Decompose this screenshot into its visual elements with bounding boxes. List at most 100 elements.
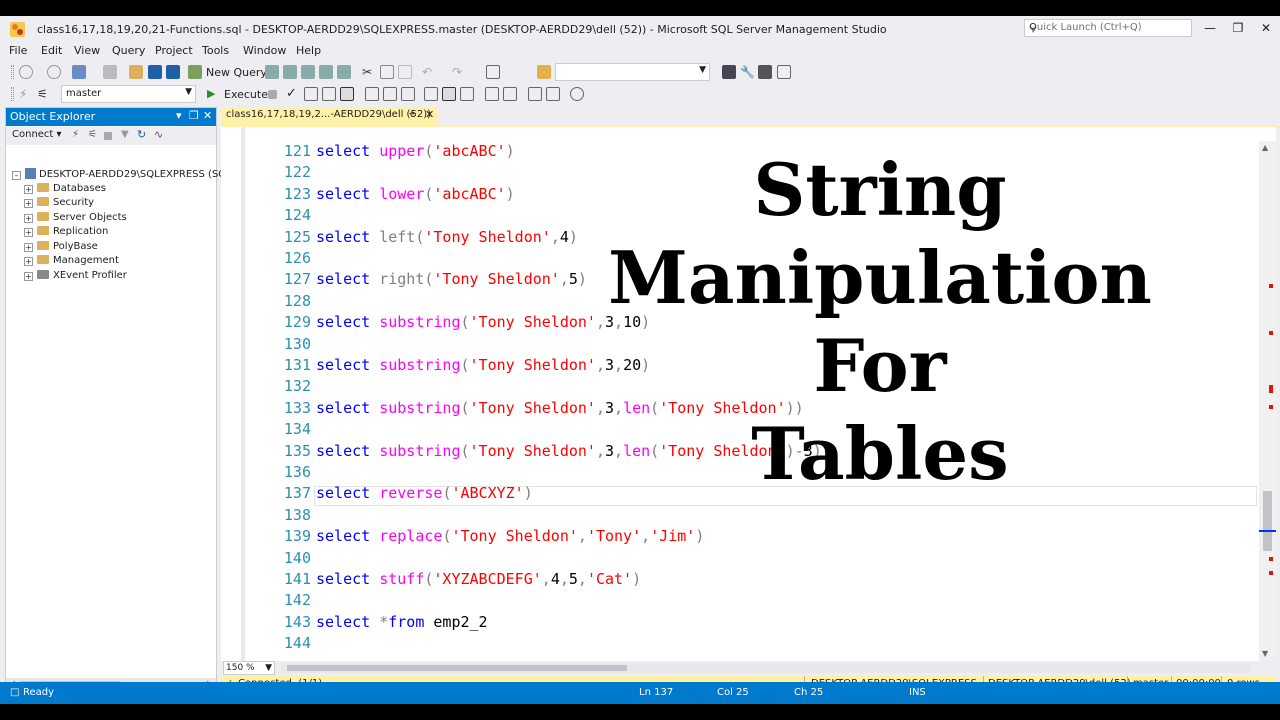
tree-node-server[interactable]: – DESKTOP-AERDD29\SQLEXPRESS (SQL S (12, 168, 241, 182)
connect-button[interactable]: Connect ▾ (12, 129, 62, 140)
forward-icon[interactable] (47, 65, 61, 79)
results-to-file-icon[interactable] (460, 87, 474, 101)
find-combo[interactable]: ▼ (555, 63, 710, 81)
menu-view[interactable]: View (74, 44, 100, 57)
expand-icon[interactable]: + (24, 199, 33, 208)
outdent-icon[interactable] (528, 87, 542, 101)
code-line[interactable]: select upper('abcABC') (316, 142, 515, 160)
paste-icon[interactable] (398, 65, 412, 79)
new-project-icon[interactable] (72, 65, 86, 79)
close-tab-icon[interactable]: ✕ (425, 108, 434, 121)
code-line[interactable]: select right('Tony Sheldon',5) (316, 270, 587, 288)
quick-launch-box[interactable]: Quick Launch (Ctrl+Q) ⚲ (1024, 19, 1192, 37)
close-window-button[interactable]: ✕ (1252, 18, 1280, 38)
collapse-icon[interactable]: – (12, 171, 21, 180)
panel-menu-chevron-icon[interactable]: ▾ (176, 109, 182, 122)
tree-node-databases[interactable]: + Databases (24, 183, 106, 197)
editor-hscroll[interactable] (281, 663, 1251, 673)
refresh-icon[interactable]: ↻ (137, 128, 146, 141)
pin-icon[interactable]: ❐ (189, 109, 199, 122)
new-query-button[interactable]: New Query (206, 66, 267, 79)
add-item-icon[interactable] (103, 65, 117, 79)
code-line[interactable]: select *from emp2_2 (316, 613, 488, 631)
results-to-grid-icon[interactable] (442, 87, 456, 101)
cut-icon[interactable]: ✂ (362, 65, 376, 79)
back-icon[interactable] (19, 65, 33, 79)
live-stats-icon[interactable] (383, 87, 397, 101)
client-stats-icon[interactable] (401, 87, 415, 101)
specify-values-icon[interactable] (570, 87, 584, 101)
code-line[interactable]: select replace('Tony Sheldon','Tony','Ji… (316, 527, 704, 545)
minimize-button[interactable]: — (1196, 18, 1224, 38)
scroll-up-icon[interactable]: ▲ (1262, 143, 1268, 152)
pin-icon[interactable]: ⌖ (409, 109, 415, 120)
code-line[interactable]: select reverse('ABCXYZ') (316, 484, 533, 502)
tree-node-xevent-profiler[interactable]: + XEvent Profiler (24, 270, 127, 284)
connect-plug-icon[interactable]: ⚡ (72, 129, 79, 140)
open-file-icon[interactable] (129, 65, 143, 79)
connect-plug-icon[interactable]: ⚡ (19, 87, 33, 101)
close-panel-icon[interactable]: ✕ (203, 109, 212, 122)
scroll-thumb[interactable] (1263, 491, 1272, 551)
expand-icon[interactable]: + (24, 185, 33, 194)
results-to-text-icon[interactable] (424, 87, 438, 101)
query-designer-icon[interactable] (322, 87, 336, 101)
menu-edit[interactable]: Edit (41, 44, 62, 57)
expand-icon[interactable]: + (24, 214, 33, 223)
filter-icon[interactable]: ▼ (121, 129, 129, 140)
display-plan-icon[interactable] (304, 87, 318, 101)
expand-icon[interactable]: + (24, 243, 33, 252)
window-layout-icon[interactable] (777, 65, 791, 79)
disconnect-icon[interactable]: ⚟ (88, 129, 97, 140)
activity-icon[interactable]: ∿ (154, 128, 163, 141)
mdx-query-icon[interactable] (283, 65, 297, 79)
execute-button[interactable]: Execute (224, 88, 268, 101)
tree-node-server-objects[interactable]: + Server Objects (24, 212, 127, 226)
new-query-icon[interactable] (188, 65, 202, 79)
expand-icon[interactable]: + (24, 257, 33, 266)
dax-query-icon[interactable] (337, 65, 351, 79)
menu-help[interactable]: Help (296, 44, 321, 57)
activity-monitor-icon[interactable] (486, 65, 500, 79)
menu-project[interactable]: Project (155, 44, 193, 57)
stop-icon[interactable] (104, 132, 112, 140)
restore-button[interactable]: ❐ (1224, 18, 1252, 38)
code-line[interactable]: select lower('abcABC') (316, 185, 515, 203)
wrench-icon[interactable]: 🔧 (740, 65, 755, 79)
include-plan-icon[interactable] (365, 87, 379, 101)
indent-icon[interactable] (546, 87, 560, 101)
editor-vscroll[interactable]: ▲ ▼ (1259, 141, 1276, 661)
tree-node-replication[interactable]: + Replication (24, 226, 108, 240)
database-combo[interactable]: master ▼ (61, 85, 196, 103)
redo-icon[interactable]: ↷ (452, 65, 466, 79)
xmla-query-icon[interactable] (319, 65, 333, 79)
undo-icon[interactable]: ↶ (422, 65, 436, 79)
properties-icon[interactable] (722, 65, 736, 79)
expand-icon[interactable]: + (24, 228, 33, 237)
tree-node-security[interactable]: + Security (24, 197, 94, 211)
copy-icon[interactable] (380, 65, 394, 79)
menu-window[interactable]: Window (243, 44, 286, 57)
change-connection-icon[interactable]: ⚟ (37, 87, 51, 101)
find-icon[interactable] (537, 65, 551, 79)
code-line[interactable]: select stuff('XYZABCDEFG',4,5,'Cat') (316, 570, 641, 588)
uncomment-icon[interactable] (503, 87, 517, 101)
cancel-query-icon[interactable] (268, 90, 277, 99)
execute-icon[interactable]: ▶ (207, 87, 221, 101)
zoom-combo[interactable]: 150 % ▼ (223, 661, 275, 675)
tree-node-management[interactable]: + Management (24, 255, 119, 269)
code-line[interactable]: select left('Tony Sheldon',4) (316, 228, 578, 246)
db-query-icon[interactable] (265, 65, 279, 79)
expand-icon[interactable]: + (24, 272, 33, 281)
toolbox-icon[interactable] (758, 65, 772, 79)
scroll-thumb[interactable] (287, 665, 627, 671)
comment-icon[interactable] (485, 87, 499, 101)
tab-functions-sql[interactable]: class16,17,18,19,2...-AERDD29\dell (52))… (221, 107, 438, 125)
save-icon[interactable] (148, 65, 162, 79)
tree-node-polybase[interactable]: + PolyBase (24, 241, 98, 255)
menu-file[interactable]: File (9, 44, 27, 57)
parse-check-icon[interactable]: ✓ (286, 87, 300, 101)
dmx-query-icon[interactable] (301, 65, 315, 79)
menu-query[interactable]: Query (112, 44, 145, 57)
scroll-down-icon[interactable]: ▼ (1262, 649, 1268, 658)
